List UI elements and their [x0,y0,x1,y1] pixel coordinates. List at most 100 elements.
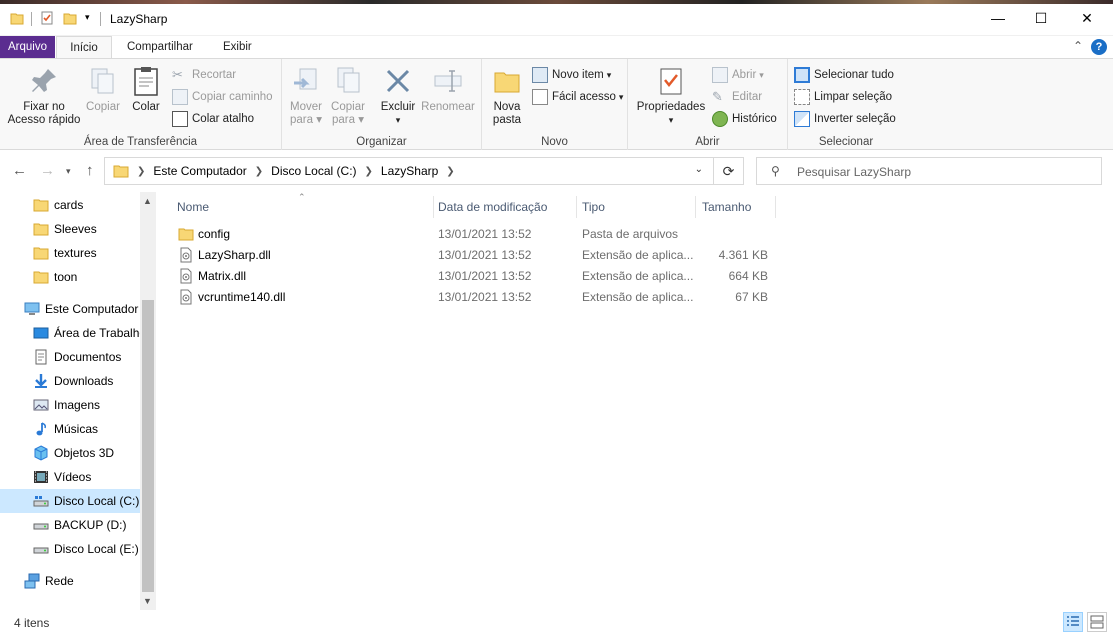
group-label-open: Abrir [695,136,720,148]
new-folder-qa-icon[interactable] [63,11,77,25]
table-row[interactable]: LazySharp.dll 13/01/2021 13:52 Extensão … [174,245,774,266]
breadcrumb-item[interactable]: Este Computador [153,164,246,178]
pin-icon [32,69,56,92]
search-input[interactable]: Pesquisar LazySharp [797,165,911,179]
rename-icon [434,70,462,92]
nav-item-disco-local-e[interactable]: Disco Local (E:) [0,537,140,561]
column-divider[interactable] [775,196,776,218]
new-folder-button[interactable]: Nova pasta [488,65,526,127]
sort-ascending-icon: ⌃ [298,192,306,202]
collapse-ribbon-icon[interactable]: ⌃ [1073,39,1083,53]
properties-dropdown-icon[interactable]: ▾ [634,114,708,127]
new-item-button[interactable]: Novo item ▾ [532,65,611,85]
nav-item-area-de-trabalho[interactable]: Área de Trabalho [0,321,140,345]
details-view-icon[interactable] [1063,612,1083,632]
select-none-button[interactable]: Limpar seleção [794,87,892,107]
breadcrumb-separator-icon[interactable]: ❯ [137,166,145,177]
select-all-button[interactable]: Selecionar tudo [794,65,894,85]
select-all-label: Selecionar tudo [814,69,894,81]
cut-label: Recortar [192,69,237,81]
edit-button[interactable]: ✎ Editar [712,87,762,107]
paste-shortcut-label: Colar atalho [192,113,255,125]
nav-item-cards[interactable]: cards [0,193,140,217]
properties-button[interactable]: Propriedades ▾ [634,65,708,127]
nav-item-sleeves[interactable]: Sleeves [0,217,140,241]
paste-shortcut-button[interactable]: Colar atalho [172,109,254,129]
column-header-name[interactable]: Nome [177,194,209,220]
nav-item-imagens[interactable]: Imagens [0,393,140,417]
drive-icon [33,496,49,507]
table-row[interactable]: config 13/01/2021 13:52 Pasta de arquivo… [174,224,774,245]
cut-button[interactable]: ✂ Recortar [172,65,236,85]
tab-compartilhar[interactable]: Compartilhar [119,36,201,58]
search-box[interactable]: ⚲ Pesquisar LazySharp [756,157,1102,185]
nav-item-backup-d[interactable]: BACKUP (D:) [0,513,140,537]
up-arrow-icon[interactable]: ↑ [86,162,94,179]
open-button[interactable]: Abrir ▾ [712,65,764,85]
history-button[interactable]: Histórico [712,109,777,129]
nav-item-disco-local-c[interactable]: Disco Local (C:) [0,489,140,513]
large-icons-view-icon[interactable] [1087,612,1107,632]
maximize-button[interactable]: ☐ [1018,0,1064,36]
rename-button[interactable]: Renomear [420,65,476,114]
breadcrumb-separator-icon[interactable]: ❯ [365,166,373,177]
move-label-word: para [290,114,314,126]
breadcrumb-separator-icon[interactable]: ❯ [255,166,263,177]
open-icon [712,67,728,83]
properties-qa-icon[interactable] [40,11,54,25]
column-divider[interactable] [576,196,577,218]
copy-path-button[interactable]: Copiar caminho [172,87,273,107]
refresh-icon[interactable]: ⟳ [713,158,743,184]
close-button[interactable]: ✕ [1064,0,1110,36]
scroll-down-icon[interactable]: ▼ [143,596,152,606]
tab-inicio[interactable]: Início [56,36,112,58]
breadcrumb-separator-icon[interactable]: ❯ [446,166,454,177]
back-arrow-icon[interactable]: ← [12,162,27,179]
column-header-date[interactable]: Data de modificação [438,194,547,220]
nav-item-rede[interactable]: Rede [0,569,140,593]
navigation-scrollbar[interactable]: ▲ ▼ [140,192,156,610]
pin-quick-access-button[interactable]: Fixar no Acesso rápido [4,65,84,127]
delete-dropdown-icon[interactable]: ▾ [376,114,420,127]
nav-item-documentos[interactable]: Documentos [0,345,140,369]
tab-arquivo[interactable]: Arquivo [0,36,55,58]
delete-button[interactable]: Excluir ▾ [376,65,420,127]
table-row[interactable]: Matrix.dll 13/01/2021 13:52 Extensão de … [174,266,774,287]
breadcrumb-item[interactable]: LazySharp [381,164,438,178]
breadcrumb-item[interactable]: Disco Local (C:) [271,164,356,178]
nav-item-videos[interactable]: Vídeos [0,465,140,489]
scrollbar-thumb[interactable] [142,300,154,592]
column-divider[interactable] [695,196,696,218]
table-row[interactable]: vcruntime140.dll 13/01/2021 13:52 Extens… [174,287,774,308]
move-to-button[interactable]: Mover para ▾ [284,65,328,127]
easy-access-button[interactable]: Fácil acesso ▾ [532,87,623,107]
column-header-type[interactable]: Tipo [582,194,605,220]
scroll-up-icon[interactable]: ▲ [143,196,152,206]
minimize-button[interactable]: — [975,0,1021,36]
copy-button[interactable]: Copiar [84,65,122,114]
recent-locations-chevron-icon[interactable]: ▾ [66,166,71,177]
copy-to-button[interactable]: Copiar para ▾ [326,65,370,127]
nav-item-objetos-3d[interactable]: Objetos 3D [0,441,140,465]
paste-button[interactable]: Colar [126,65,166,114]
nav-item-musicas[interactable]: Músicas [0,417,140,441]
nav-item-label: Área de Trabalho [54,326,140,340]
copy-icon [91,68,114,94]
copy-label: Copiar [86,101,120,113]
drive-icon [33,547,49,554]
address-history-chevron-icon[interactable]: ⌄ [695,164,703,175]
nav-item-toon[interactable]: toon [0,265,140,289]
customize-qa-icon[interactable]: ▾ [85,12,90,23]
column-header-size[interactable]: Tamanho [702,194,751,220]
nav-item-textures[interactable]: textures [0,241,140,265]
help-icon[interactable]: ? [1091,39,1107,55]
new-folder-label-line2: pasta [492,114,522,126]
invert-selection-button[interactable]: Inverter seleção [794,109,896,129]
column-divider[interactable] [433,196,434,218]
tab-exibir[interactable]: Exibir [215,36,260,58]
address-bar[interactable]: ❯ Este Computador ❯ Disco Local (C:) ❯ L… [104,157,744,185]
nav-item-label: Documentos [54,350,122,364]
nav-item-downloads[interactable]: Downloads [0,369,140,393]
nav-item-este-computador[interactable]: Este Computador [0,297,140,321]
forward-arrow-icon[interactable]: → [40,162,55,179]
